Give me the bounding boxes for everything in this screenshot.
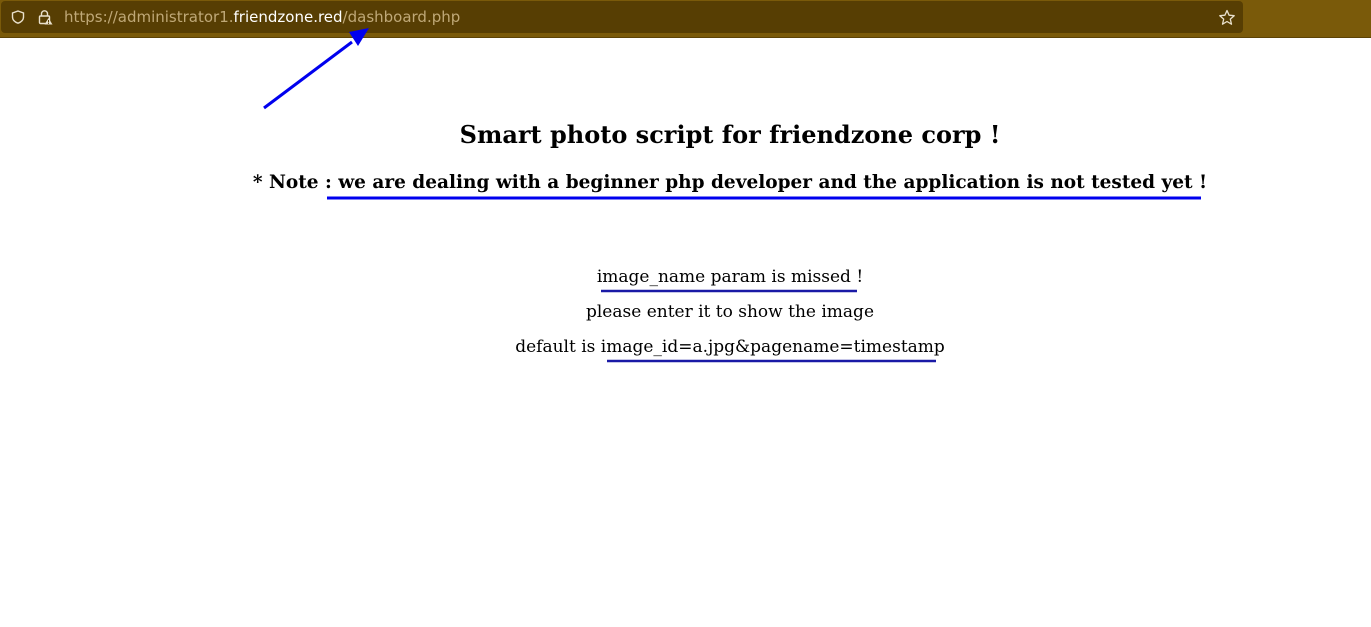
enter-param-message: please enter it to show the image [585, 302, 875, 322]
star-icon[interactable] [1218, 9, 1236, 27]
developer-note: * Note : we are dealing with a beginner … [252, 172, 1208, 193]
page-title: Smart photo script for friendzone corp ! [459, 120, 1001, 149]
url-path: /dashboard.php [342, 8, 461, 26]
url-prefix: https://administrator1. [64, 8, 234, 26]
missing-param-message: image_name param is missed ! [596, 267, 864, 287]
default-param-message: default is image_id=a.jpg&pagename=times… [0, 337, 1371, 357]
url-host: friendzone.red [233, 8, 343, 26]
page-content: Smart photo script for friendzone corp !… [0, 38, 1371, 627]
url-bar[interactable]: https://administrator1.friendzone.red/da… [1, 1, 1243, 33]
default-value: image_id=a.jpg&pagename=timestamp [600, 337, 945, 357]
default-label: default is [515, 337, 601, 357]
shield-icon[interactable] [11, 10, 25, 24]
browser-toolbar: https://administrator1.friendzone.red/da… [0, 0, 1371, 38]
lock-warning-icon[interactable] [37, 9, 53, 25]
url-text[interactable]: https://administrator1.friendzone.red/da… [64, 8, 460, 26]
